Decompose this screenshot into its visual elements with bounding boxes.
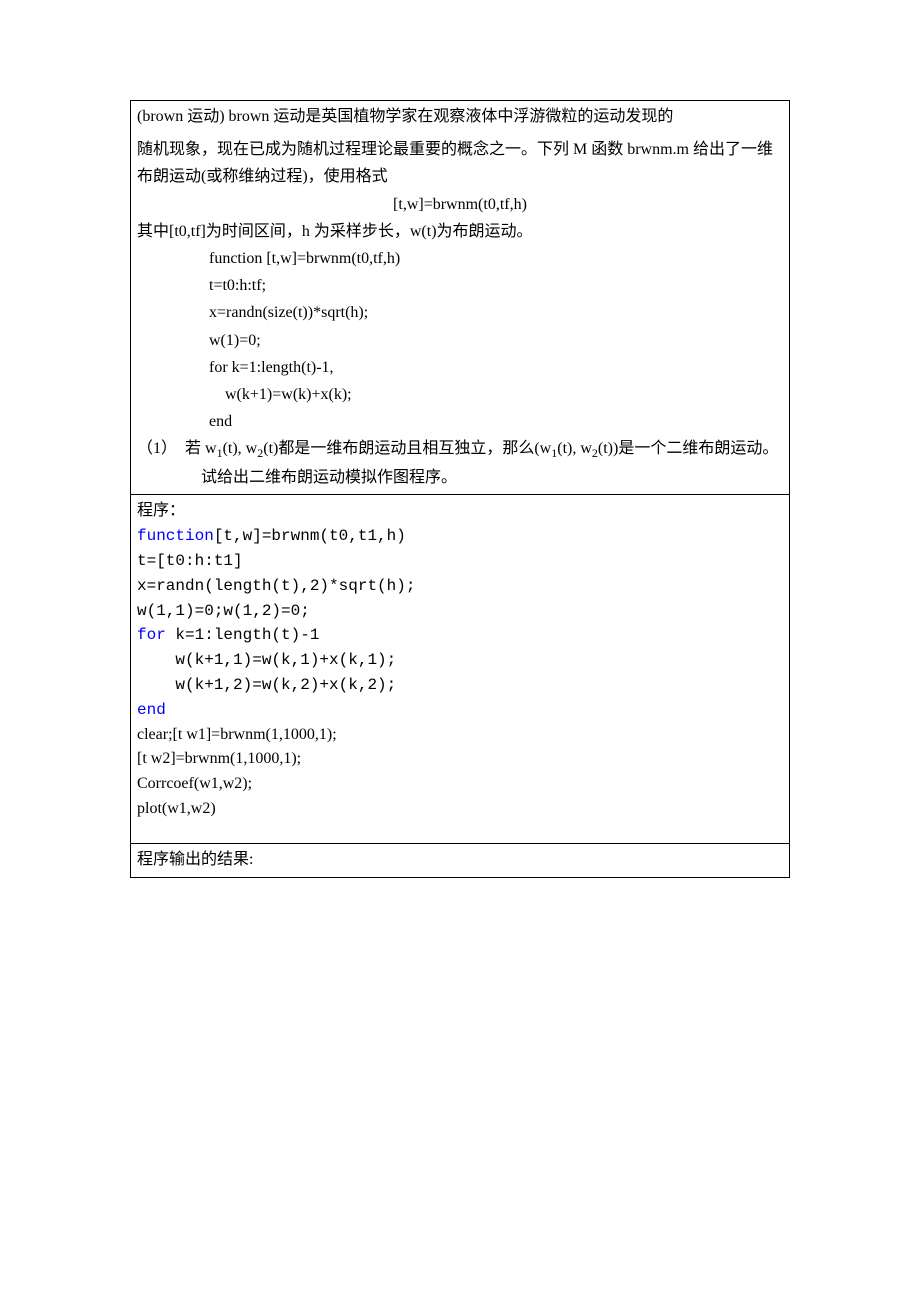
script-line-1: clear;[t w1]=brwnm(1,1000,1); (137, 723, 783, 748)
paragraph-1b: 随机现象，现在已成为随机过程理论最重要的概念之一。下列 M 函数 brwnm.m… (137, 136, 783, 190)
script-lines: clear;[t w1]=brwnm(1,1000,1); [t w2]=brw… (137, 723, 783, 822)
keyword-function: function (137, 527, 214, 545)
program-title: 程序： (137, 497, 783, 524)
code-line-2: t=t0:h:tf; (137, 272, 783, 299)
code-line-5: for k=1:length(t)-1, (137, 354, 783, 381)
program-code: function[t,w]=brwnm(t0,t1,h) t=[t0:h:t1]… (137, 524, 783, 722)
script-line-4: plot(w1,w2) (137, 797, 783, 822)
code-line-1: function [t,w]=brwnm(t0,tf,h) (137, 245, 783, 272)
code-line-7: end (137, 408, 783, 435)
formula: [t,w]=brwnm(t0,tf,h) (137, 191, 783, 218)
result-title: 程序输出的结果: (137, 851, 253, 868)
code-line-4: w(1)=0; (137, 327, 783, 354)
result-section: 程序输出的结果: (131, 844, 789, 877)
question-1: （1） 若 w1(t), w2(t)都是一维布朗运动且相互独立，那么(w1(t)… (137, 435, 783, 491)
content-table: (brown 运动) brown 运动是英国植物学家在观察液体中浮游微粒的运动发… (130, 100, 790, 878)
problem-section: (brown 运动) brown 运动是英国植物学家在观察液体中浮游微粒的运动发… (131, 101, 789, 495)
program-section: 程序： function[t,w]=brwnm(t0,t1,h) t=[t0:h… (131, 495, 789, 844)
paragraph-1a: (brown 运动) brown 运动是英国植物学家在观察液体中浮游微粒的运动发… (137, 103, 783, 130)
page: (brown 运动) brown 运动是英国植物学家在观察液体中浮游微粒的运动发… (0, 0, 920, 1302)
script-line-3: Corrcoef(w1,w2); (137, 772, 783, 797)
script-line-2: [t w2]=brwnm(1,1000,1); (137, 747, 783, 772)
spacer (137, 822, 783, 840)
code-line-6: w(k+1)=w(k)+x(k); (137, 381, 783, 408)
question-label: （1） (137, 440, 177, 457)
code-line-3: x=randn(size(t))*sqrt(h); (137, 299, 783, 326)
keyword-for: for (137, 626, 166, 644)
paragraph-2: 其中[t0,tf]为时间区间，h 为采样步长，w(t)为布朗运动。 (137, 218, 783, 245)
keyword-end: end (137, 701, 166, 719)
